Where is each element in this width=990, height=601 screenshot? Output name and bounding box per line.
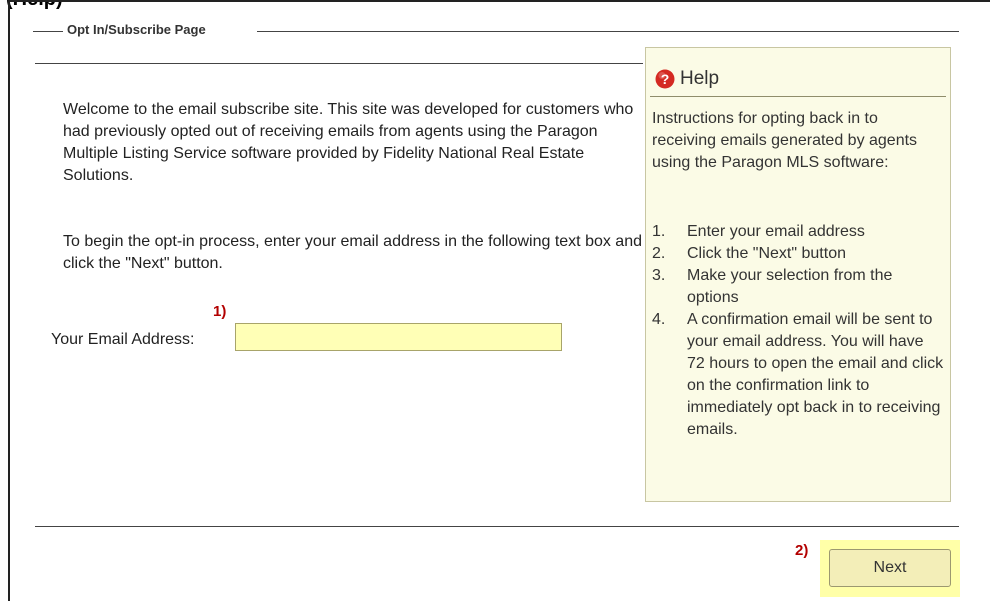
help-step-number: 1. — [652, 223, 666, 240]
fieldset-legend: Opt In/Subscribe Page — [65, 22, 208, 37]
fieldset-border-right — [257, 31, 959, 32]
help-steps-list: 1. Enter your email address 2. Click the "… — [652, 221, 944, 441]
content-top-divider — [35, 63, 643, 64]
step-2-marker: 2) — [795, 542, 809, 559]
help-step: 2. Click the "Next" button — [652, 243, 944, 265]
step-1-marker: 1) — [213, 303, 227, 320]
help-step-text: Click the "Next" button — [687, 245, 846, 262]
help-step: 1. Enter your email address — [652, 221, 944, 243]
footer-divider — [35, 526, 959, 527]
instruction-paragraph: To begin the opt-in process, enter your … — [63, 233, 642, 272]
help-step-number: 2. — [652, 245, 666, 262]
next-button[interactable]: Next — [829, 549, 951, 587]
frame-border-left — [8, 0, 10, 601]
frame-border-top — [8, 0, 990, 2]
intro-paragraph: Welcome to the email subscribe site. Thi… — [63, 101, 634, 184]
help-step: 4. A confirmation email will be sent to y… — [652, 309, 944, 441]
help-step-number: 3. — [652, 267, 666, 284]
help-intro: Instructions for opting back in to recei… — [652, 110, 918, 171]
help-step-number: 4. — [652, 311, 666, 328]
help-step: 3. Make your selection from the options — [652, 265, 944, 309]
help-step-text: Enter your email address — [687, 223, 865, 240]
svg-text:?: ? — [661, 71, 670, 87]
question-circle-icon: ? — [655, 69, 675, 89]
help-divider — [650, 96, 946, 97]
help-title: Help — [680, 68, 720, 89]
help-panel: ? Help Instructions for opting back in t… — [645, 47, 951, 502]
fieldset-border-left — [33, 31, 63, 32]
help-step-text: A confirmation email will be sent to you… — [687, 311, 944, 438]
email-label: Your Email Address: — [51, 331, 195, 348]
help-header: ? Help — [655, 67, 719, 91]
email-input[interactable] — [235, 323, 562, 351]
help-step-text: Make your selection from the options — [687, 267, 893, 306]
